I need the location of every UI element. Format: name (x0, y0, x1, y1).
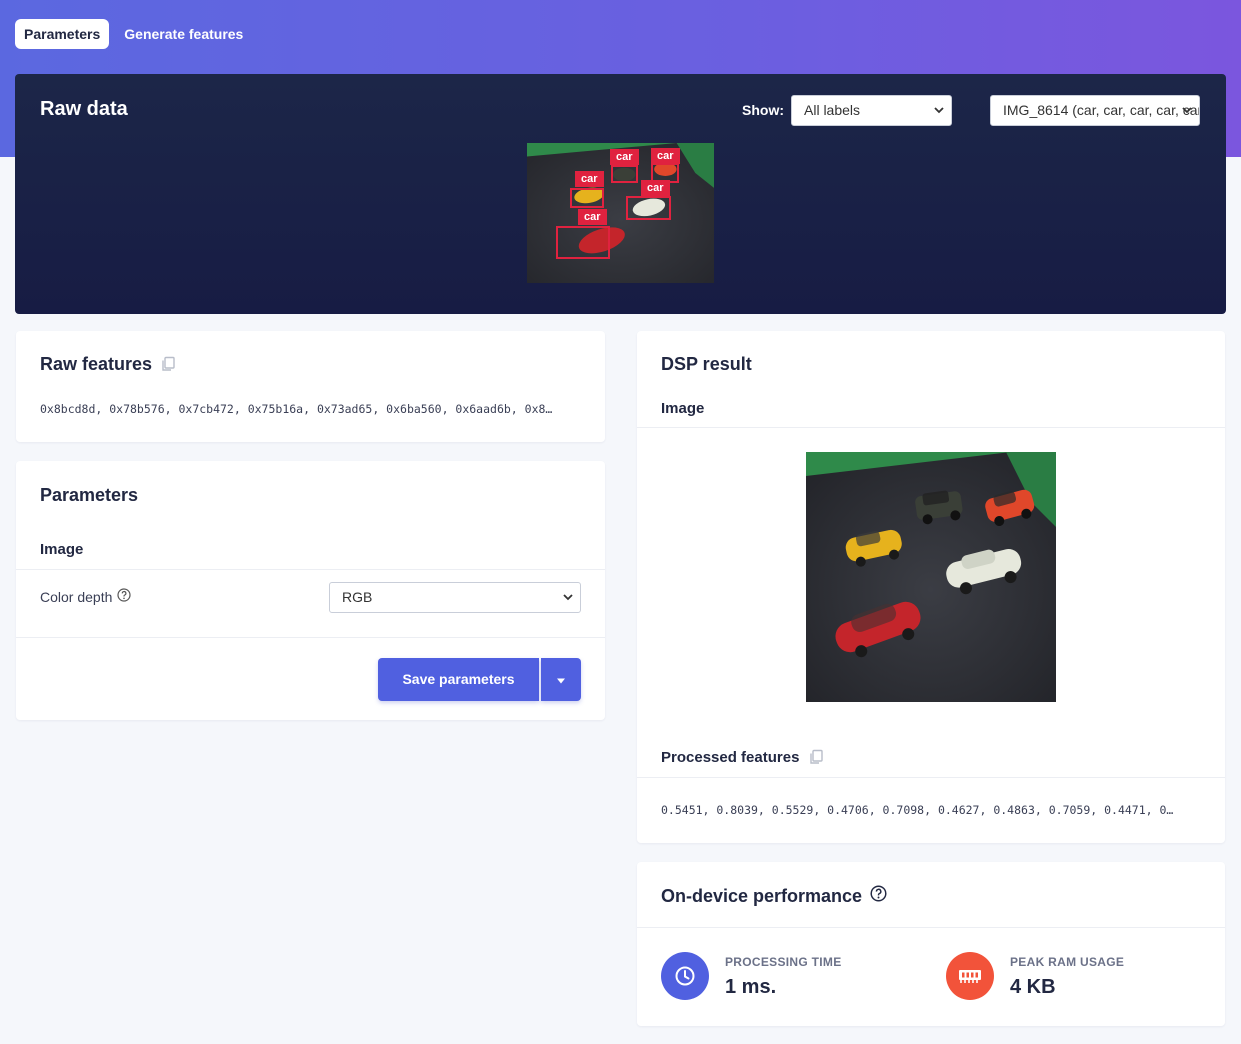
show-label: Show: (742, 102, 784, 118)
labels-select[interactable]: All labels (791, 95, 952, 126)
copy-icon[interactable] (160, 356, 176, 372)
divider (16, 569, 605, 570)
bbox-car (626, 196, 671, 220)
bbox-car (570, 188, 604, 208)
bbox-label: car (578, 209, 607, 225)
sample-select-value: IMG_8614 (car, car, car, car, car) (1003, 102, 1200, 118)
raw-features-title: Raw features (40, 354, 153, 374)
divider (637, 777, 1225, 778)
performance-title: On-device performance (661, 885, 863, 906)
color-depth-select[interactable]: RGB (329, 582, 581, 613)
parameters-image-section: Image (40, 541, 84, 558)
tab-bar: Parameters Generate features (15, 19, 252, 49)
chevron-down-icon (1181, 96, 1193, 125)
raw-sample-image: car car car car car (527, 143, 714, 283)
processing-time-value: 1 ms. (725, 976, 777, 998)
caret-down-icon (556, 671, 566, 689)
color-depth-text: Color depth (40, 588, 113, 605)
peak-ram-value: 4 KB (1010, 976, 1056, 998)
bbox-label: car (651, 148, 680, 164)
sample-select[interactable]: IMG_8614 (car, car, car, car, car) (990, 95, 1200, 126)
save-parameters-button[interactable]: Save parameters (378, 658, 539, 701)
bbox-car (611, 165, 638, 183)
parameters-card: Parameters Image Color depth RGB Save pa… (16, 461, 605, 720)
color-depth-label: Color depth (40, 588, 131, 605)
raw-features-values: 0x8bcd8d, 0x78b576, 0x7cb472, 0x75b16a, … (40, 402, 553, 416)
raw-data-panel: Raw data Show: All labels IMG_8614 (car,… (15, 74, 1226, 314)
bbox-label: car (641, 180, 670, 196)
on-device-performance-card: On-device performance PROCESSING TIME 1 … (637, 862, 1225, 1026)
dsp-result-card: DSP result Image Processed features 0.54… (637, 331, 1225, 843)
chevron-down-icon (562, 583, 574, 612)
divider (16, 637, 605, 638)
color-depth-select-value: RGB (342, 589, 373, 605)
raw-features-card: Raw features 0x8bcd8d, 0x78b576, 0x7cb47… (16, 331, 605, 442)
clock-icon (661, 952, 709, 1000)
raw-data-title: Raw data (40, 98, 128, 120)
save-options-dropdown-button[interactable] (541, 658, 581, 701)
chevron-down-icon (933, 96, 945, 125)
tab-parameters[interactable]: Parameters (15, 19, 110, 49)
bbox-car (556, 226, 610, 259)
bbox-label: car (610, 149, 639, 165)
processing-time-label: PROCESSING TIME (725, 955, 842, 969)
dsp-result-title: DSP result (661, 354, 752, 374)
dsp-processed-image (806, 452, 1056, 702)
peak-ram-label: PEAK RAM USAGE (1010, 955, 1125, 969)
divider (637, 927, 1225, 928)
memory-chip-icon (946, 952, 994, 1000)
divider (637, 427, 1225, 428)
copy-icon[interactable] (808, 749, 824, 765)
dsp-image-section: Image (661, 400, 705, 417)
processed-features-title: Processed features (661, 749, 800, 766)
help-icon[interactable] (117, 588, 131, 605)
processed-features-values: 0.5451, 0.8039, 0.5529, 0.4706, 0.7098, … (661, 803, 1174, 817)
labels-select-value: All labels (804, 102, 861, 118)
bbox-label: car (575, 171, 604, 187)
help-icon[interactable] (870, 885, 887, 907)
tab-generate-features[interactable]: Generate features (115, 19, 252, 49)
performance-header: On-device performance (661, 885, 887, 907)
parameters-title: Parameters (40, 485, 139, 505)
